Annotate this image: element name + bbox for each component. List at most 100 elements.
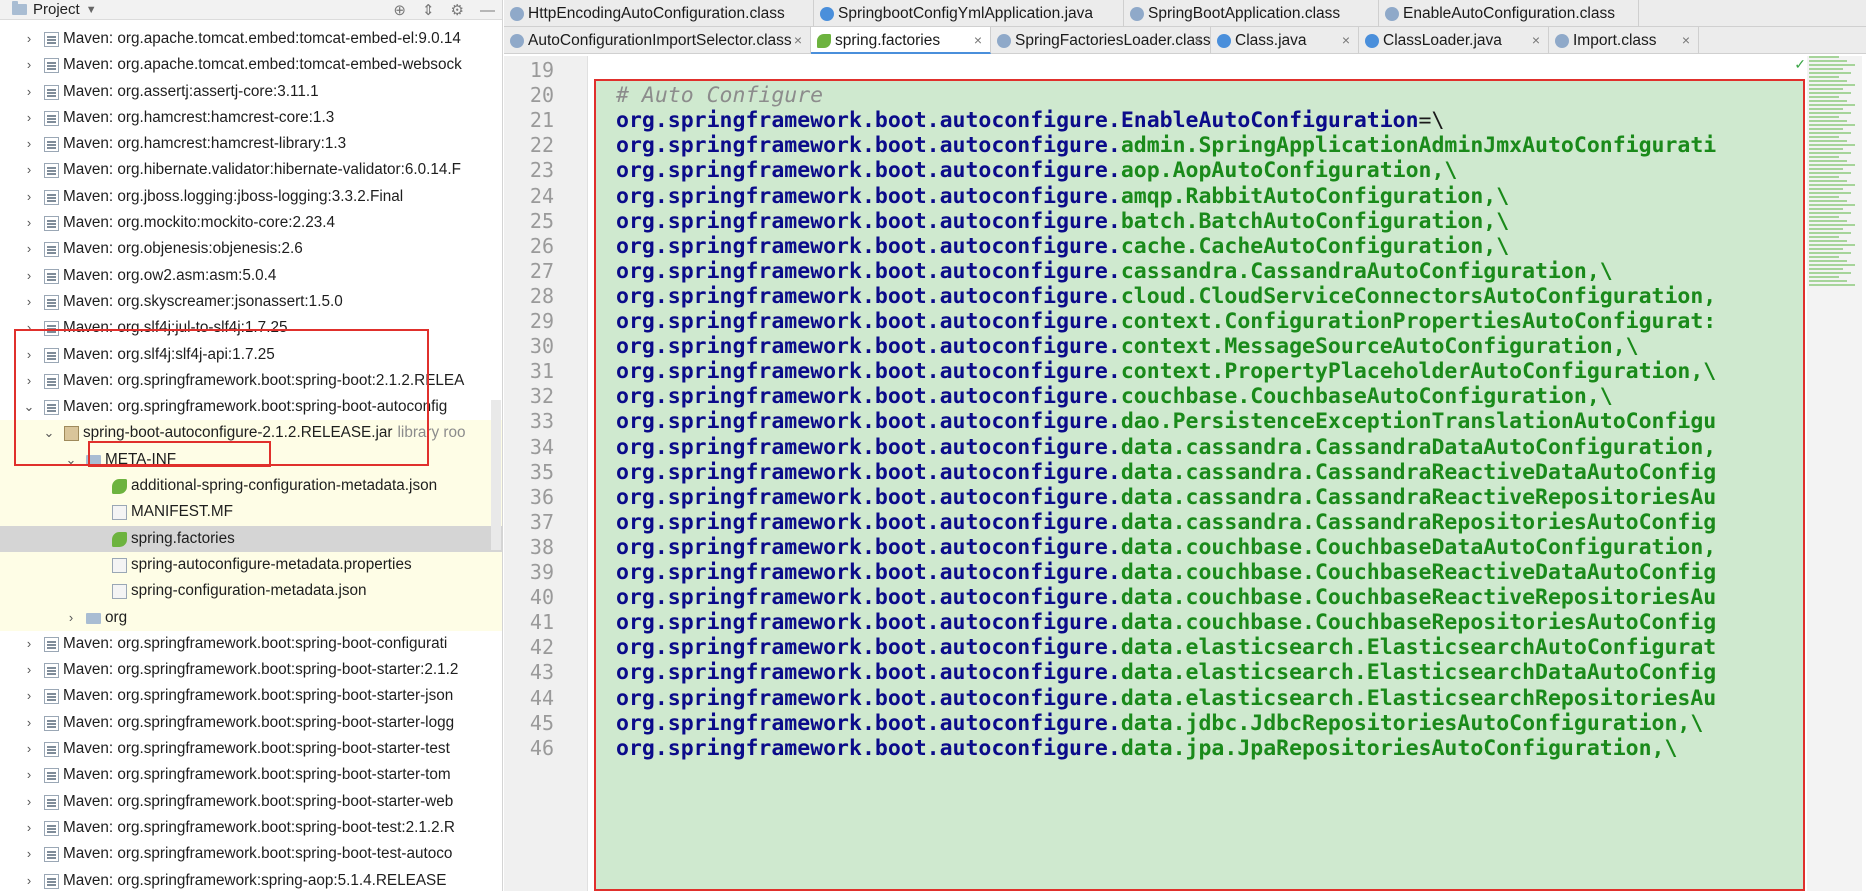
close-tab-icon[interactable]: ×: [974, 27, 982, 52]
collapsed-arrow-icon[interactable]: ›: [22, 315, 36, 341]
editor-tab[interactable]: SpringbootConfigYmlApplication.java: [814, 0, 1124, 27]
collapsed-arrow-icon[interactable]: ›: [22, 52, 36, 78]
tree-item[interactable]: › Maven: org.skyscreamer:jsonassert:1.5.0: [0, 289, 502, 315]
tree-item[interactable]: › Maven: org.springframework.boot:spring-…: [0, 762, 502, 788]
tree-item[interactable]: › Maven: org.springframework.boot:spring-…: [0, 815, 502, 841]
minimap-stripe: [1809, 60, 1847, 62]
collapsed-arrow-icon[interactable]: ›: [22, 762, 36, 788]
tree-item[interactable]: ⌄ spring-boot-autoconfigure-2.1.2.RELEASE…: [0, 420, 502, 447]
collapsed-arrow-icon[interactable]: ›: [22, 868, 36, 891]
tree-item[interactable]: › Maven: org.springframework.boot:spring-…: [0, 789, 502, 815]
collapsed-arrow-icon[interactable]: ›: [22, 631, 36, 657]
close-tab-icon[interactable]: ×: [1682, 27, 1690, 54]
tree-item[interactable]: › Maven: org.apache.tomcat.embed:tomcat-e…: [0, 26, 502, 52]
editor-tab[interactable]: Class.java ×: [1211, 27, 1359, 54]
editor-error-stripe[interactable]: [1807, 56, 1862, 891]
tree-item[interactable]: › Maven: org.springframework.boot:spring-…: [0, 710, 502, 736]
editor-tab[interactable]: spring.factories ×: [811, 27, 991, 54]
collapsed-arrow-icon[interactable]: ›: [22, 841, 36, 867]
editor-tab-label: EnableAutoConfiguration.class: [1403, 5, 1615, 22]
close-tab-icon[interactable]: ×: [1342, 27, 1350, 54]
minimap-stripe: [1809, 204, 1855, 206]
tree-item[interactable]: › Maven: org.hibernate.validator:hibernat…: [0, 157, 502, 183]
collapsed-arrow-icon[interactable]: ›: [22, 263, 36, 289]
tree-item[interactable]: MANIFEST.MF: [0, 499, 502, 526]
locate-file-icon[interactable]: ⊕: [393, 1, 406, 19]
collapsed-arrow-icon[interactable]: ›: [64, 605, 78, 631]
collapsed-arrow-icon[interactable]: ›: [22, 105, 36, 131]
tree-item[interactable]: ⌄ META-INF: [0, 446, 502, 474]
editor-tab[interactable]: ClassLoader.java ×: [1359, 27, 1549, 54]
tree-item[interactable]: › Maven: org.springframework:spring-aop:5…: [0, 868, 502, 891]
expanded-arrow-icon[interactable]: ⌄: [22, 394, 36, 420]
tree-item[interactable]: ⌄ Maven: org.springframework.boot:spring-…: [0, 394, 502, 420]
collapsed-arrow-icon[interactable]: ›: [22, 210, 36, 236]
editor-tab-label: SpringBootApplication.class: [1148, 5, 1341, 22]
tree-item[interactable]: › Maven: org.springframework.boot:spring-…: [0, 841, 502, 867]
close-tab-icon[interactable]: ×: [1194, 27, 1202, 54]
collapsed-arrow-icon[interactable]: ›: [22, 157, 36, 183]
editor-area: HttpEncodingAutoConfiguration.class Sprin…: [504, 0, 1866, 891]
tree-item[interactable]: › Maven: org.mockito:mockito-core:2.23.4: [0, 210, 502, 236]
tree-item[interactable]: › Maven: org.springframework.boot:spring-…: [0, 631, 502, 657]
hide-panel-icon[interactable]: —: [480, 2, 495, 19]
tree-item[interactable]: › Maven: org.hamcrest:hamcrest-core:1.3: [0, 105, 502, 131]
minimap-stripe: [1809, 84, 1855, 86]
collapsed-arrow-icon[interactable]: ›: [22, 657, 36, 683]
project-view-selector[interactable]: Project ▼: [12, 1, 97, 18]
tree-item[interactable]: › Maven: org.springframework.boot:spring-…: [0, 736, 502, 762]
collapsed-arrow-icon[interactable]: ›: [22, 368, 36, 394]
tree-item[interactable]: › Maven: org.springframework.boot:spring-…: [0, 368, 502, 394]
collapsed-arrow-icon[interactable]: ›: [22, 710, 36, 736]
minimap-stripe: [1809, 256, 1839, 258]
collapsed-arrow-icon[interactable]: ›: [22, 736, 36, 762]
chevron-down-icon[interactable]: ▼: [86, 4, 97, 16]
collapsed-arrow-icon[interactable]: ›: [22, 26, 36, 52]
minimap-stripe: [1809, 252, 1851, 254]
tree-item[interactable]: › Maven: org.apache.tomcat.embed:tomcat-e…: [0, 52, 502, 78]
settings-gear-icon[interactable]: ⚙: [451, 1, 464, 19]
tree-item[interactable]: › Maven: org.hamcrest:hamcrest-library:1.…: [0, 131, 502, 157]
collapsed-arrow-icon[interactable]: ›: [22, 683, 36, 709]
tree-item-label: Maven: org.springframework.boot:spring-b…: [63, 789, 453, 815]
editor-tab[interactable]: SpringFactoriesLoader.class ×: [991, 27, 1211, 54]
collapsed-arrow-icon[interactable]: ›: [22, 79, 36, 105]
expanded-arrow-icon[interactable]: ⌄: [42, 420, 56, 446]
tree-item[interactable]: › Maven: org.assertj:assertj-core:3.11.1: [0, 79, 502, 105]
tree-item[interactable]: spring.factories: [0, 525, 502, 552]
editor-tab[interactable]: HttpEncodingAutoConfiguration.class: [504, 0, 814, 27]
tree-item[interactable]: › Maven: org.objenesis:objenesis:2.6: [0, 236, 502, 262]
collapsed-arrow-icon[interactable]: ›: [22, 289, 36, 315]
tree-item[interactable]: › Maven: org.jboss.logging:jboss-logging:…: [0, 184, 502, 210]
collapsed-arrow-icon[interactable]: ›: [22, 342, 36, 368]
collapsed-arrow-icon[interactable]: ›: [22, 131, 36, 157]
tree-item[interactable]: › Maven: org.ow2.asm:asm:5.0.4: [0, 263, 502, 289]
minimap-stripe: [1809, 152, 1851, 154]
tree-item[interactable]: spring-autoconfigure-metadata.properties: [0, 551, 502, 579]
collapsed-arrow-icon[interactable]: ›: [22, 789, 36, 815]
tree-item[interactable]: additional-spring-configuration-metadata…: [0, 473, 502, 500]
minimap-stripe: [1809, 136, 1839, 138]
close-tab-icon[interactable]: ×: [1532, 27, 1540, 54]
tree-item[interactable]: › Maven: org.springframework.boot:spring-…: [0, 657, 502, 683]
editor-tab[interactable]: EnableAutoConfiguration.class: [1379, 0, 1639, 27]
editor-tab[interactable]: Import.class ×: [1549, 27, 1699, 54]
editor-tab[interactable]: SpringBootApplication.class: [1124, 0, 1379, 27]
collapsed-arrow-icon[interactable]: ›: [22, 236, 36, 262]
tree-item-label: Maven: org.hibernate.validator:hibernate…: [63, 157, 461, 183]
expanded-arrow-icon[interactable]: ⌄: [64, 447, 78, 473]
tree-item[interactable]: › Maven: org.slf4j:jul-to-slf4j:1.7.25: [0, 315, 502, 341]
tree-item[interactable]: › Maven: org.slf4j:slf4j-api:1.7.25: [0, 342, 502, 368]
minimap-stripe: [1809, 116, 1839, 118]
tree-item[interactable]: › org: [0, 604, 502, 631]
collapse-all-icon[interactable]: ⇕: [422, 1, 435, 19]
tree-item[interactable]: spring-configuration-metadata.json: [0, 578, 502, 605]
tree-scrollbar[interactable]: [491, 400, 501, 550]
tree-item[interactable]: › Maven: org.springframework.boot:spring-…: [0, 683, 502, 709]
close-tab-icon[interactable]: ×: [794, 27, 802, 54]
collapsed-arrow-icon[interactable]: ›: [22, 815, 36, 841]
editor-tab[interactable]: AutoConfigurationImportSelector.class ×: [504, 27, 811, 54]
tree-item-label: Maven: org.apache.tomcat.embed:tomcat-em…: [63, 26, 461, 52]
minimap-stripe: [1809, 92, 1851, 94]
collapsed-arrow-icon[interactable]: ›: [22, 184, 36, 210]
